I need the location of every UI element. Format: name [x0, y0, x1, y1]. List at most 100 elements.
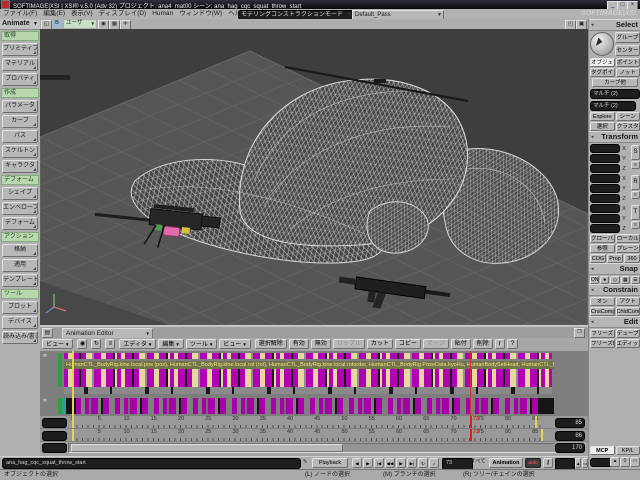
snap-button-4[interactable]: ☰	[631, 276, 640, 284]
edit-button[interactable]: エディット	[616, 339, 640, 348]
link-icon[interactable]: ≡	[631, 191, 640, 199]
animate-button-1-1[interactable]: カーブ	[2, 115, 38, 128]
camera-menu[interactable]: ユーザ▼	[64, 20, 96, 28]
timeline-ruler-1[interactable]: 051015202530354045505560657075808573 85	[40, 416, 588, 429]
snap-button-2[interactable]: ◇	[610, 276, 619, 284]
lock-icon[interactable]: ◉	[77, 339, 87, 349]
ae-button-1[interactable]: 有効	[289, 339, 309, 349]
animate-button-4-2[interactable]: 読み込み/書き出し	[2, 331, 38, 344]
rot360-button[interactable]: 360	[624, 254, 640, 263]
global-mode-button[interactable]: グローバル	[590, 234, 615, 243]
link-icon[interactable]: ≡	[631, 161, 640, 169]
ae-view-menu[interactable]: ビュー▼	[42, 339, 73, 349]
go-to-start-button[interactable]: |◀	[374, 458, 384, 468]
constrain-on-button[interactable]: オン	[590, 297, 615, 306]
cog-button[interactable]: COG	[590, 254, 606, 263]
freeze-button[interactable]: フリーズ	[590, 329, 615, 338]
selection-display-1[interactable]: マルチ (2)	[590, 89, 640, 99]
panel-arrow-icon[interactable]: ◂	[591, 285, 594, 295]
filter-object-button[interactable]: オブジェクト	[590, 58, 615, 67]
s-y-field[interactable]	[590, 154, 620, 163]
playhead-line[interactable]	[470, 351, 471, 416]
memo-zero-icon[interactable]: 0	[620, 457, 630, 467]
viewport-letter-button[interactable]: B	[52, 20, 62, 28]
animate-button-3-1[interactable]: 適用	[2, 259, 38, 272]
explore-button[interactable]: Explore	[590, 112, 615, 121]
keyframe-track[interactable]	[64, 369, 552, 387]
ae-button-9[interactable]: r	[495, 339, 505, 349]
ae-button-5[interactable]: コピー	[395, 339, 421, 349]
flipbook-icon[interactable]: ▲	[575, 458, 581, 468]
animation-menu-button[interactable]: Animation	[489, 458, 523, 468]
animate-button-0-1[interactable]: マテリアル	[2, 58, 38, 71]
group-button[interactable]: グループ	[615, 32, 640, 43]
prop-button[interactable]: Prop	[607, 254, 623, 263]
curve-other-button[interactable]: カーブ他	[592, 78, 638, 87]
animate-button-0-2[interactable]: プロパティ	[2, 73, 38, 86]
center-button[interactable]: センター	[615, 45, 640, 56]
capture-icon[interactable]: ▭	[582, 458, 588, 468]
ae-menu-1[interactable]: 編集▼	[158, 339, 183, 349]
animate-button-1-4[interactable]: キャラクタ	[2, 160, 38, 173]
playhead-marker[interactable]	[470, 416, 472, 428]
freeze-m-button[interactable]: フリーズM	[590, 339, 615, 348]
panel-menu-icon[interactable]: ▤	[42, 328, 53, 338]
filter-point-button[interactable]: ポイント	[616, 58, 640, 67]
snap-button-3[interactable]: ▦	[621, 276, 630, 284]
ruler-start-field[interactable]	[42, 418, 67, 428]
menu-item-3[interactable]: ディスプレイ(D)	[96, 9, 150, 19]
panel-arrow-icon[interactable]: ◂	[591, 132, 594, 142]
ruler-ticks[interactable]: 051015202530354045505560657075808573	[68, 416, 554, 428]
autokey-button[interactable]: auto	[525, 458, 541, 468]
animate-button-3-2[interactable]: テンプレート	[2, 274, 38, 287]
audio-button[interactable]: ♪	[429, 458, 439, 468]
select-tool-button[interactable]	[590, 32, 614, 56]
play-forward-button[interactable]: ▶	[396, 458, 406, 468]
local-mode-button[interactable]: ローカル	[616, 234, 640, 243]
play-all-label[interactable]: すべて	[470, 458, 488, 468]
summary-track[interactable]	[64, 353, 552, 359]
command-line[interactable]: ana_hag_cqc_squat_throw_start	[2, 458, 301, 469]
scrollbar-thumb[interactable]	[71, 444, 343, 452]
key-icon[interactable]: ⚷	[543, 458, 553, 468]
duplicate-button[interactable]: デュープ	[616, 329, 640, 338]
menu-item-2[interactable]: 表示(V)	[68, 9, 96, 19]
frame-step-forward-button[interactable]: ▶	[363, 458, 373, 468]
menu-item-4[interactable]: Human	[149, 9, 176, 19]
selection-display-2[interactable]: マルチ (2)	[590, 101, 636, 111]
list-icon[interactable]: ≡	[105, 339, 115, 349]
ruler-end-field[interactable]: 86	[555, 431, 585, 441]
t-z-field[interactable]	[590, 224, 620, 233]
ruler-ticks[interactable]: 51015202530354045505560657075808573	[68, 429, 554, 441]
animate-button-3-0[interactable]: 格納	[2, 244, 38, 257]
frame-step-back-button[interactable]: ◀	[352, 458, 362, 468]
tab-mcp[interactable]: MCP	[590, 446, 615, 455]
filter-tagpoint-button[interactable]: タグポイント	[590, 68, 615, 77]
menu-item-0[interactable]: ファイル(F)	[0, 9, 40, 19]
ae-menu-0[interactable]: エディタ▼	[119, 339, 156, 349]
ae-button-10[interactable]: ?	[507, 339, 518, 349]
track-expand-icon[interactable]: ≣	[41, 398, 49, 405]
s-z-field[interactable]	[590, 164, 620, 173]
filter-knot-button[interactable]: ノット	[616, 68, 640, 77]
s-x-field[interactable]	[590, 144, 620, 153]
r-z-field[interactable]	[590, 194, 620, 203]
track-expand-icon[interactable]: ≣	[41, 353, 49, 360]
ae-button-6[interactable]: マージ	[423, 339, 449, 349]
ref-mode-button[interactable]: 参照	[590, 244, 615, 253]
animate-button-4-0[interactable]: プロット	[2, 301, 38, 314]
scroll-left-field[interactable]	[42, 443, 67, 453]
t-y-field[interactable]	[590, 214, 620, 223]
animate-button-1-3[interactable]: スケルトン	[2, 145, 38, 158]
keyframe-track-2[interactable]	[76, 398, 538, 414]
ae-button-4[interactable]: カット	[367, 339, 393, 349]
animate-button-1-0[interactable]: パラメータ	[2, 100, 38, 113]
chldcomp-button[interactable]: ChldComp	[616, 307, 640, 316]
playback-options-button[interactable]: Playback	[312, 458, 348, 468]
tab-kpl[interactable]: KP/L	[616, 446, 640, 455]
play-backward-button[interactable]: ◀◀	[385, 458, 395, 468]
menu-item-1[interactable]: 編集(E)	[40, 9, 68, 19]
playhead-marker[interactable]	[470, 429, 472, 441]
ae-button-7[interactable]: 貼付	[451, 339, 471, 349]
total-frames-field[interactable]: 170	[555, 443, 585, 453]
